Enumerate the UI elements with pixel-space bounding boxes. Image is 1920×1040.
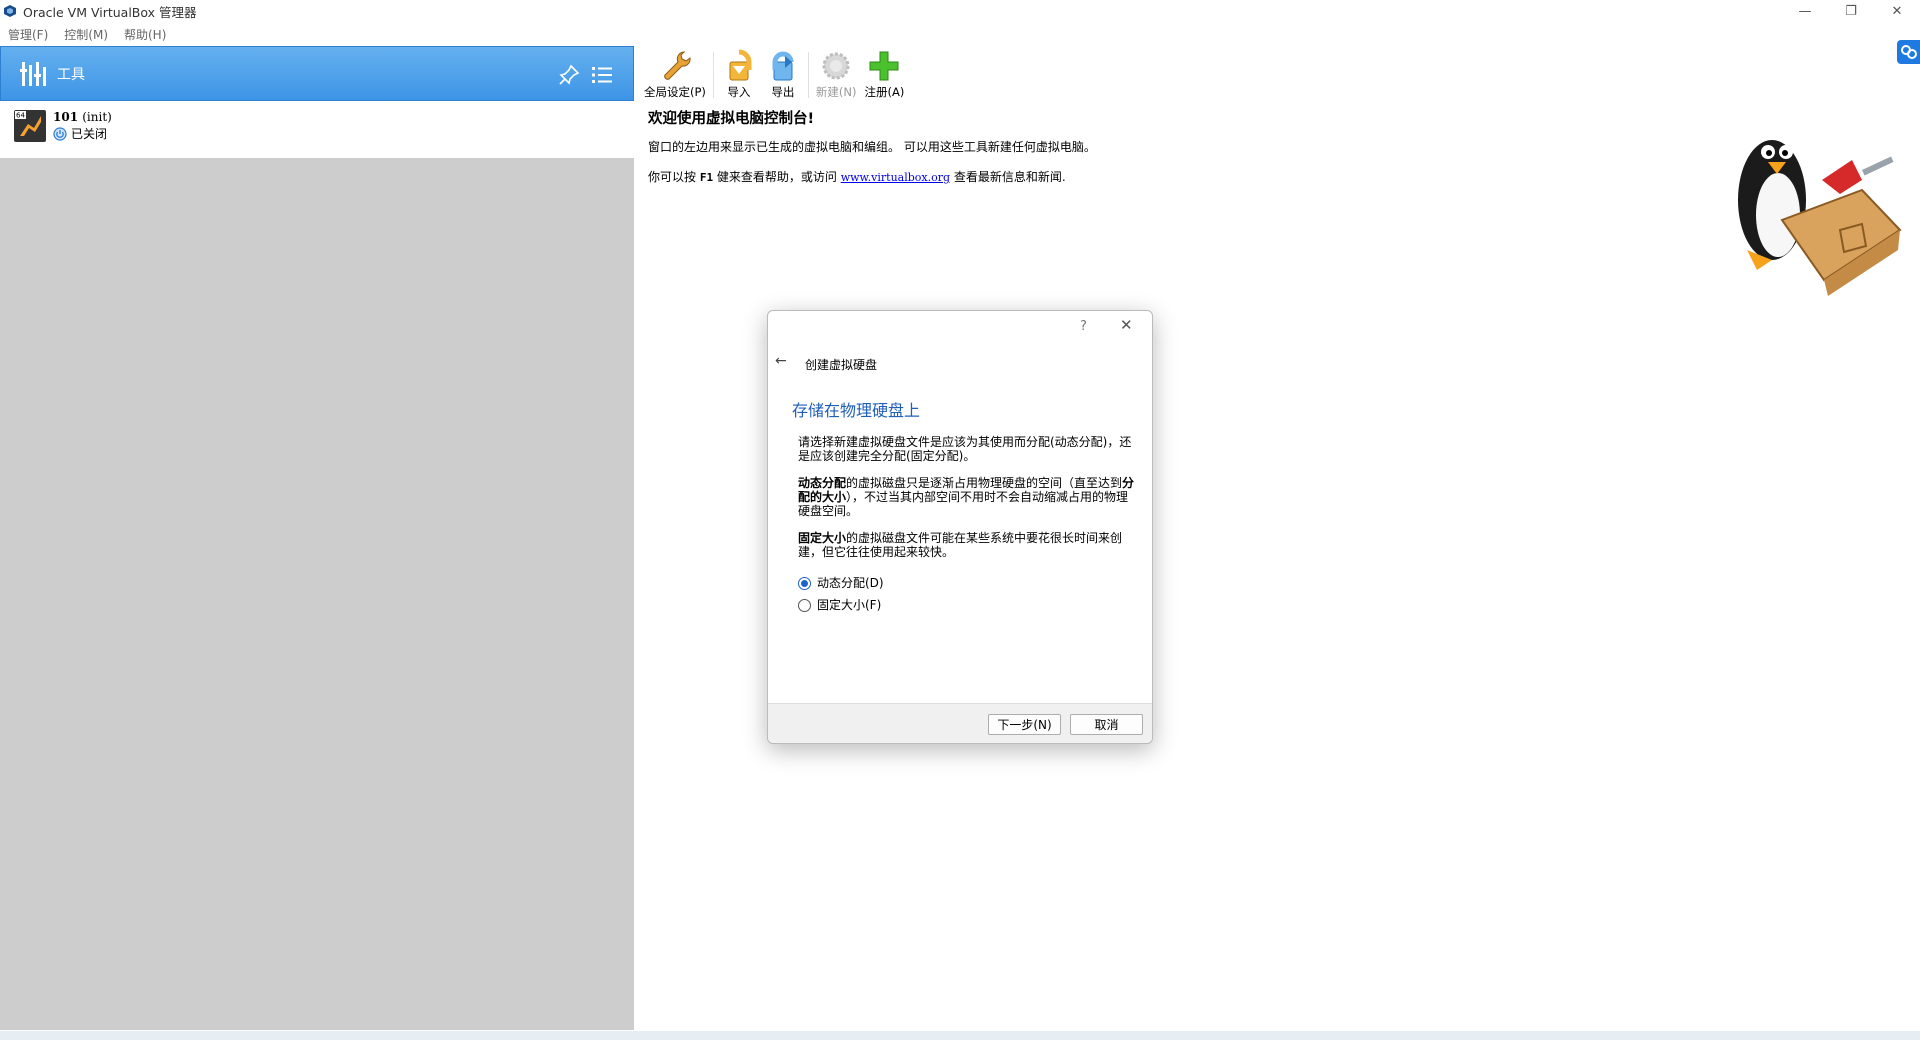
- option-fixed[interactable]: 固定大小(F): [798, 594, 1138, 616]
- description-paragraph-2: 动态分配的虚拟磁盘只是逐渐占用物理硬盘的空间（直至达到分配的大小），不过当其内部…: [798, 476, 1135, 518]
- window-title: Oracle VM VirtualBox 管理器: [23, 4, 197, 20]
- import-button[interactable]: 导入: [717, 48, 761, 102]
- option-dynamic[interactable]: 动态分配(D): [798, 572, 1138, 594]
- register-button[interactable]: 注册(A): [861, 48, 909, 102]
- import-icon: [729, 49, 752, 81]
- bottom-edge: [0, 1031, 1920, 1040]
- new-gear-icon: [822, 52, 850, 80]
- title-bar: Oracle VM VirtualBox 管理器 — ❐ ✕: [0, 0, 1920, 22]
- dialog-body: 请选择新建虚拟硬盘文件是应该为其使用而分配(动态分配)，还是应该创建完全分配(固…: [798, 435, 1138, 616]
- welcome-line-2: 你可以按 F1 健来查看帮助，或访问 www.virtualbox.org 查看…: [648, 170, 1066, 184]
- plus-icon: [869, 51, 899, 81]
- vm-list-panel: 工具 64 101 (init) 已关闭: [0, 46, 634, 1030]
- main-toolbar: 全局设定(P) 导入 导出 新建(N) 注册(A): [640, 48, 908, 102]
- menu-manage[interactable]: 管理(F): [0, 26, 56, 43]
- global-settings-button[interactable]: 全局设定(P): [640, 48, 710, 102]
- wrench-icon: [664, 51, 691, 80]
- toolbar-separator: [807, 52, 809, 98]
- export-button[interactable]: 导出: [761, 48, 805, 102]
- dialog-title: 创建虚拟硬盘: [805, 358, 878, 372]
- vm-name: 101: [53, 110, 79, 124]
- help-icon[interactable]: ?: [1080, 319, 1087, 334]
- radio-fixed[interactable]: [798, 598, 811, 612]
- back-arrow-icon[interactable]: ←: [775, 353, 787, 369]
- minimize-button[interactable]: —: [1782, 0, 1828, 22]
- register-label: 注册(A): [864, 85, 905, 99]
- menu-bar: 管理(F) 控制(M) 帮助(H): [0, 24, 174, 44]
- import-label: 导入: [727, 85, 751, 99]
- description-paragraph-1: 请选择新建虚拟硬盘文件是应该为其使用而分配(动态分配)，还是应该创建完全分配(固…: [798, 435, 1132, 463]
- vm-list: 64 101 (init) 已关闭: [0, 101, 634, 158]
- menu-help[interactable]: 帮助(H): [116, 26, 174, 43]
- f1-key: F1: [699, 171, 714, 184]
- menu-control[interactable]: 控制(M): [56, 26, 116, 43]
- dialog-footer: 下一步(N) 取消: [768, 703, 1152, 743]
- corner-link-icon[interactable]: [1897, 40, 1920, 64]
- penguin-toolbox-illustration: [1738, 140, 1902, 296]
- pin-icon[interactable]: [557, 63, 581, 87]
- vm-status-text: 已关闭: [71, 127, 108, 141]
- welcome-section: 欢迎使用虚拟电脑控制台! 窗口的左边用来显示已生成的虚拟电脑和编组。 可以用这些…: [648, 107, 1096, 185]
- close-icon[interactable]: ✕: [1120, 316, 1133, 334]
- vm-os-icon: 64: [14, 110, 46, 142]
- virtualbox-link[interactable]: www.virtualbox.org: [841, 171, 950, 184]
- vm-item-101[interactable]: 64 101 (init) 已关闭: [14, 110, 112, 142]
- os-badge: 64: [16, 112, 25, 120]
- global-settings-label: 全局设定(P): [644, 85, 706, 99]
- description-paragraph-3: 固定大小的虚拟磁盘文件可能在某些系统中要花很长时间来创建，但它往往使用起来较快。: [798, 531, 1123, 559]
- new-label: 新建(N): [815, 85, 857, 99]
- new-button[interactable]: 新建(N): [812, 48, 861, 102]
- close-window-button[interactable]: ✕: [1874, 0, 1920, 22]
- export-label: 导出: [771, 85, 795, 99]
- powered-off-icon: [53, 126, 67, 141]
- dialog-heading: 存储在物理硬盘上: [792, 401, 921, 420]
- export-icon: [772, 51, 794, 81]
- vm-snapshot: (init): [82, 110, 112, 124]
- create-virtual-disk-dialog: ? ✕ ← 创建虚拟硬盘 存储在物理硬盘上 请选择新建虚拟硬盘文件是应该为其使用…: [767, 310, 1153, 744]
- option-dynamic-label: 动态分配(D): [817, 576, 884, 590]
- virtualbox-app-icon: [4, 5, 16, 17]
- toolbar-separator: [712, 52, 714, 98]
- next-button[interactable]: 下一步(N): [988, 714, 1061, 735]
- welcome-title: 欢迎使用虚拟电脑控制台!: [648, 111, 815, 127]
- tools-icon: [20, 61, 46, 86]
- cancel-button[interactable]: 取消: [1070, 714, 1143, 735]
- tools-item[interactable]: 工具: [0, 46, 634, 101]
- radio-dynamic[interactable]: [798, 576, 811, 590]
- restore-button[interactable]: ❐: [1828, 0, 1874, 22]
- welcome-line-1: 窗口的左边用来显示已生成的虚拟电脑和编组。 可以用这些工具新建任何虚拟电脑。: [648, 140, 1096, 154]
- option-fixed-label: 固定大小(F): [817, 598, 882, 612]
- list-menu-icon[interactable]: [590, 63, 614, 87]
- tools-label: 工具: [57, 66, 85, 83]
